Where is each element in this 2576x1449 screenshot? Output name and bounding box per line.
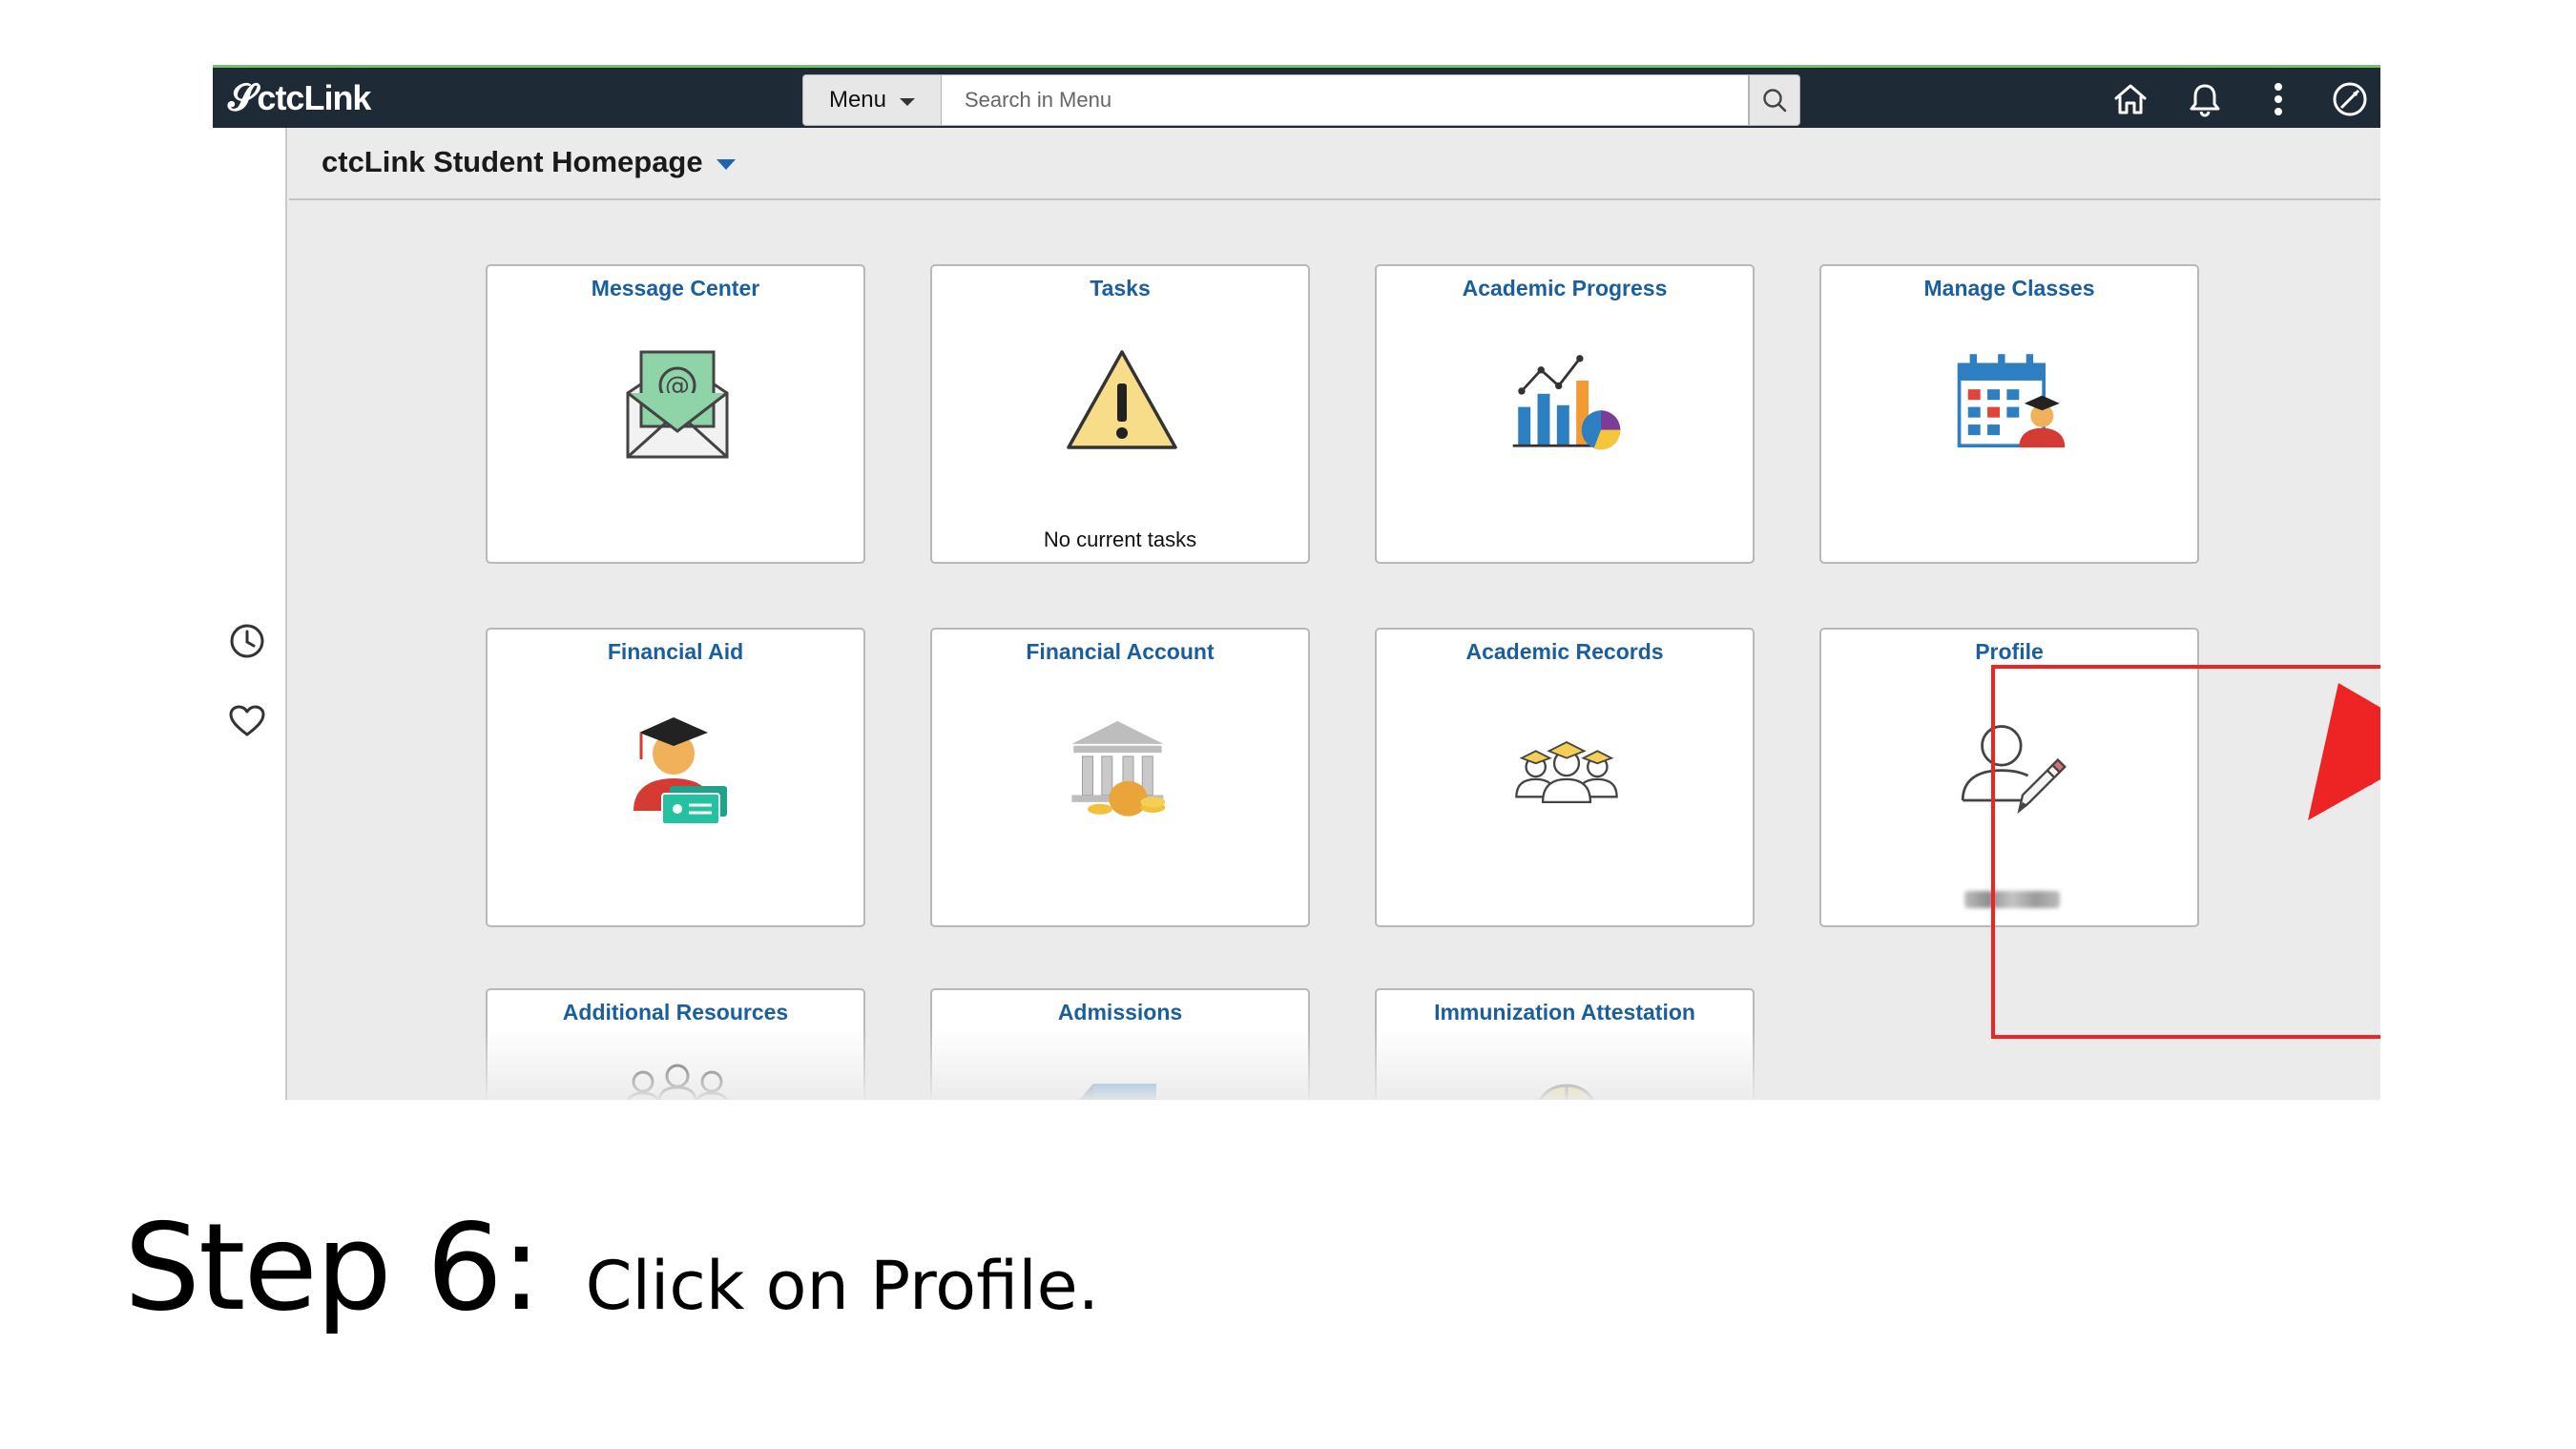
logo-text: ctcLink <box>257 78 371 117</box>
graduate-money-icon <box>620 704 735 828</box>
tile-title: Immunization Attestation <box>1434 1000 1695 1025</box>
graduates-group-icon <box>1509 704 1624 828</box>
tile-title: Additional Resources <box>562 1000 789 1025</box>
notifications-button[interactable] <box>2186 80 2224 118</box>
chevron-down-icon <box>716 158 736 170</box>
page-header: ctcLink Student Homepage <box>289 128 2380 200</box>
left-sidebar <box>213 128 287 1100</box>
compass-icon <box>2333 82 2367 116</box>
tile-message-center[interactable]: Message Center @ <box>486 264 865 564</box>
ctclink-logo[interactable]: 𝓢 ctcLink <box>228 77 371 119</box>
bank-icon <box>1065 704 1179 828</box>
more-vertical-icon <box>2275 83 2282 115</box>
navigator-button[interactable] <box>2331 80 2369 118</box>
actions-menu-button[interactable] <box>2259 80 2297 118</box>
tile-title: Financial Aid <box>607 639 744 664</box>
search-icon <box>1763 89 1787 113</box>
ctclink-screenshot: 𝓢 ctcLink Menu Search in Menu ctcLink St… <box>213 65 2380 1100</box>
tile-financial-aid[interactable]: Financial Aid <box>486 628 865 927</box>
tile-title: Message Center <box>591 276 760 300</box>
tile-financial-account[interactable]: Financial Account <box>930 628 1310 927</box>
tile-title: Manage Classes <box>1923 276 2095 300</box>
recent-clock-icon <box>230 624 264 658</box>
tile-subtitle: No current tasks <box>1043 528 1197 551</box>
tile-title: Profile <box>1975 639 2044 664</box>
homepage-selector[interactable]: ctcLink Student Homepage <box>322 145 736 179</box>
search-button[interactable] <box>1749 74 1800 126</box>
menu-button[interactable]: Menu <box>802 74 942 126</box>
menu-button-label: Menu <box>828 87 887 113</box>
home-button[interactable] <box>2111 80 2150 118</box>
step-caption: Step 6: Click on Profile. <box>124 1197 1099 1337</box>
tile-title: Academic Progress <box>1462 276 1668 300</box>
top-navigation-bar: 𝓢 ctcLink Menu <box>213 65 2380 128</box>
chart-icon <box>1509 341 1624 465</box>
favorites-heart-icon <box>229 705 265 736</box>
tile-academic-records[interactable]: Academic Records <box>1375 628 1755 927</box>
tile-tasks[interactable]: Tasks No current tasks <box>930 264 1310 564</box>
tile-title: Academic Records <box>1465 639 1664 664</box>
tile-title: Financial Account <box>1026 639 1215 664</box>
step-instruction: Click on Profile. <box>585 1247 1099 1325</box>
page-title: ctcLink Student Homepage <box>322 145 703 178</box>
logo-swirl-icon: 𝓢 <box>228 77 256 118</box>
chevron-down-icon <box>900 98 916 106</box>
envelope-at-icon: @ <box>620 341 735 465</box>
tile-manage-classes[interactable]: Manage Classes <box>1819 264 2199 564</box>
step-number: Step 6: <box>124 1197 542 1337</box>
calendar-student-icon <box>1954 341 2068 465</box>
recently-visited-button[interactable] <box>226 620 268 662</box>
bottom-fade <box>289 1028 2380 1100</box>
tile-academic-progress[interactable]: Academic Progress <box>1375 264 1755 564</box>
bell-icon <box>2190 84 2220 117</box>
home-icon <box>2114 84 2147 114</box>
pointer-arrow-icon <box>2308 683 2380 820</box>
warning-icon <box>1065 341 1179 465</box>
search-input[interactable] <box>942 74 1749 126</box>
tile-title: Admissions <box>1057 1000 1183 1025</box>
tile-title: Tasks <box>1090 276 1151 300</box>
favorites-button[interactable] <box>226 700 268 742</box>
